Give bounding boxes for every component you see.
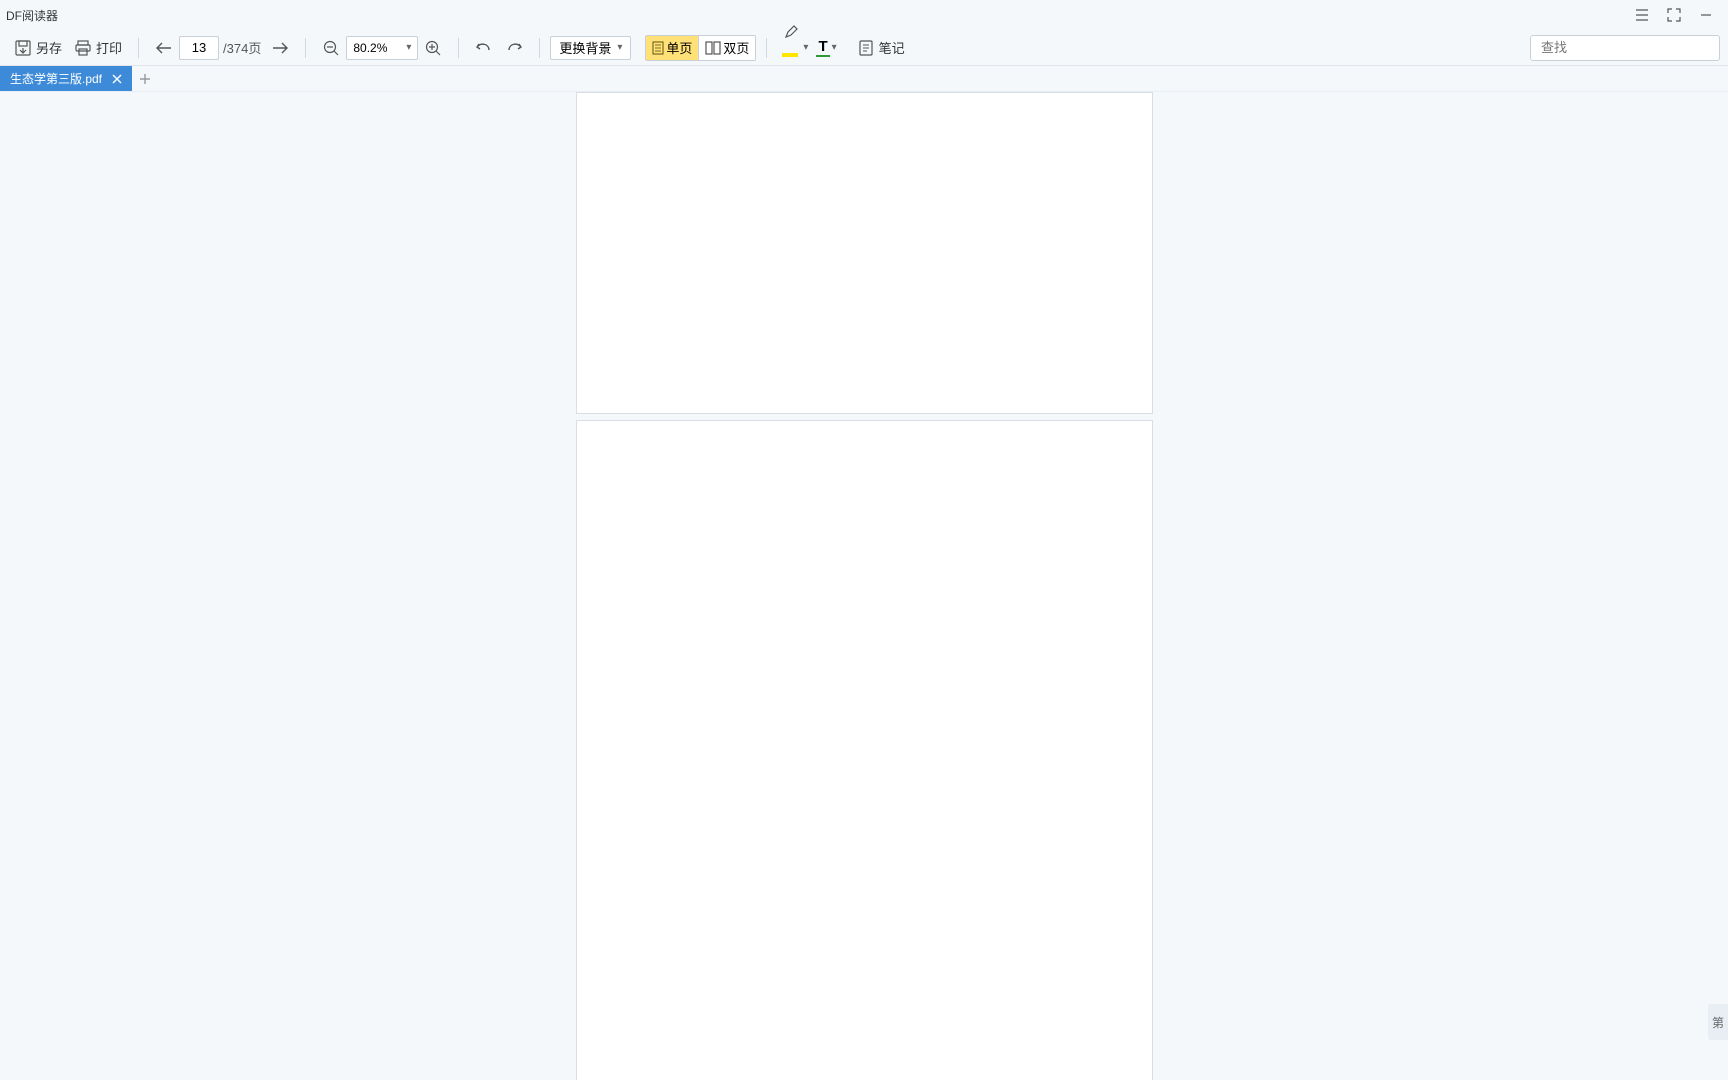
highlight-icon xyxy=(781,38,801,58)
note-icon xyxy=(857,39,875,57)
undo-button[interactable] xyxy=(469,34,499,62)
redo-button[interactable] xyxy=(499,34,529,62)
single-page-icon xyxy=(652,41,664,55)
separator xyxy=(138,38,139,58)
single-page-button[interactable]: 单页 xyxy=(646,36,699,60)
page-total-label: /374页 xyxy=(223,38,261,57)
close-icon xyxy=(112,74,122,84)
titlebar: DF阅读器 xyxy=(0,0,1728,30)
arrow-right-icon xyxy=(271,39,289,57)
hamburger-menu-button[interactable] xyxy=(1626,0,1658,30)
single-page-label: 单页 xyxy=(666,38,692,57)
note-button[interactable]: 笔记 xyxy=(851,34,911,62)
toolbar: 另存 打印 /374页 80.2% ▾ xyxy=(0,30,1728,66)
hamburger-icon xyxy=(1635,9,1649,21)
highlight-button[interactable]: ▾ xyxy=(777,34,812,62)
minimize-button[interactable] xyxy=(1690,0,1722,30)
document-tab[interactable]: 生态学第三版.pdf xyxy=(0,66,132,91)
tabstrip: 生态学第三版.pdf xyxy=(0,66,1728,92)
prev-page-button[interactable] xyxy=(149,34,179,62)
zoom-in-button[interactable] xyxy=(418,34,448,62)
zoom-in-icon xyxy=(424,39,442,57)
page-indicator-label: 第 xyxy=(1712,1014,1724,1031)
search-input[interactable] xyxy=(1541,40,1717,55)
app-title: DF阅读器 xyxy=(6,7,58,24)
save-as-button[interactable]: 另存 xyxy=(8,34,68,62)
save-icon xyxy=(14,39,32,57)
separator xyxy=(766,38,767,58)
page xyxy=(576,420,1153,1080)
page xyxy=(576,92,1153,414)
search-box[interactable] xyxy=(1530,35,1720,61)
pages-container xyxy=(576,92,1153,1080)
zoom-value: 80.2% xyxy=(353,41,387,55)
arrow-left-icon xyxy=(155,39,173,57)
double-page-button[interactable]: 双页 xyxy=(699,36,755,60)
change-background-select[interactable]: 更换背景 ▾ xyxy=(550,36,631,60)
double-page-label: 双页 xyxy=(723,38,749,57)
zoom-out-button[interactable] xyxy=(316,34,346,62)
note-label: 笔记 xyxy=(879,38,905,57)
zoom-out-icon xyxy=(322,39,340,57)
new-tab-button[interactable] xyxy=(132,66,158,91)
separator xyxy=(539,38,540,58)
double-page-icon xyxy=(705,41,721,55)
fullscreen-icon xyxy=(1667,8,1681,22)
chevron-down-icon: ▾ xyxy=(617,42,622,53)
zoom-level-select[interactable]: 80.2% ▾ xyxy=(346,36,418,60)
chevron-down-icon: ▾ xyxy=(803,42,808,53)
close-tab-button[interactable] xyxy=(110,72,124,86)
separator xyxy=(305,38,306,58)
separator xyxy=(458,38,459,58)
print-button[interactable]: 打印 xyxy=(68,34,128,62)
page-view-toggle: 单页 双页 xyxy=(645,35,756,61)
plus-icon xyxy=(139,73,151,85)
page-indicator-button[interactable]: 第 xyxy=(1708,1004,1728,1040)
fullscreen-button[interactable] xyxy=(1658,0,1690,30)
minimize-icon xyxy=(1700,9,1712,21)
undo-icon xyxy=(475,39,493,57)
print-label: 打印 xyxy=(96,38,122,57)
tab-title: 生态学第三版.pdf xyxy=(10,70,102,87)
chevron-down-icon: ▾ xyxy=(832,42,837,53)
page-number-input[interactable] xyxy=(179,36,219,60)
text-icon: T xyxy=(816,38,829,57)
redo-icon xyxy=(505,39,523,57)
print-icon xyxy=(74,39,92,57)
save-as-label: 另存 xyxy=(36,38,62,57)
change-background-label: 更换背景 xyxy=(559,38,611,57)
text-annotation-button[interactable]: T ▾ xyxy=(812,34,840,62)
chevron-down-icon: ▾ xyxy=(406,42,411,53)
next-page-button[interactable] xyxy=(265,34,295,62)
document-viewport[interactable]: 第 xyxy=(0,92,1728,1080)
